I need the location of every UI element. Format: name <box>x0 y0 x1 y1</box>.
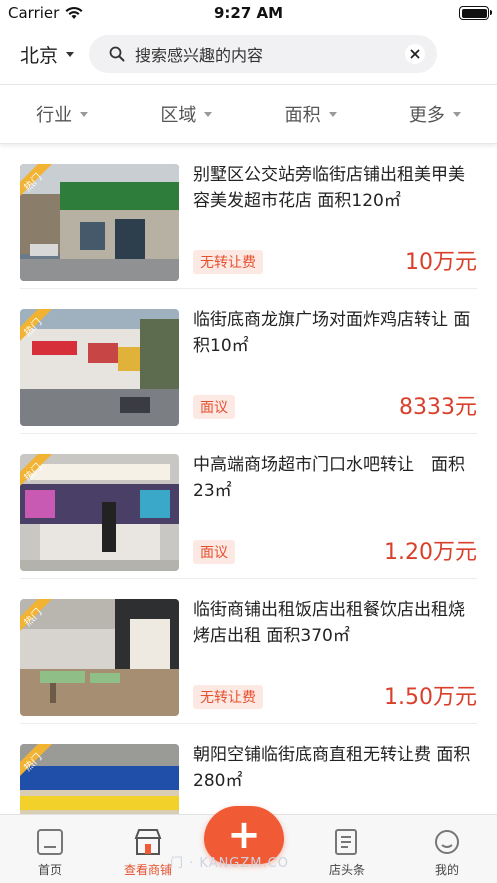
store-icon <box>134 829 162 855</box>
city-selector[interactable]: 北京 <box>20 41 75 68</box>
tab-label: 首页 <box>37 863 62 877</box>
caret-down-icon <box>328 111 337 117</box>
listing-title: 别墅区公交站旁临街店铺出租美甲美容美发超市花店 面积120㎡ <box>193 165 465 211</box>
listing-price: 1.50万元 <box>384 685 477 710</box>
listing-item[interactable]: 热门 临街商铺出租饭店出租餐饮店出租烧烤店出租 面积370㎡ 无转让费 1.50… <box>20 579 477 724</box>
watermark: 门 · KANGZM.CO <box>170 856 289 871</box>
tab-news[interactable]: 店头条 <box>302 815 392 883</box>
filter-label: 行业 <box>36 105 73 126</box>
filter-label: 更多 <box>408 105 445 126</box>
listing-price: 8333元 <box>399 395 477 420</box>
caret-down-icon <box>452 111 461 117</box>
caret-down-icon <box>204 111 213 117</box>
caret-down-icon <box>66 52 75 57</box>
tab-profile[interactable]: 我的 <box>402 815 492 883</box>
filter-area[interactable]: 区域 <box>124 85 248 143</box>
listing-title: 临街底商龙旗广场对面炸鸡店转让 面积10㎡ <box>193 310 471 356</box>
filter-size[interactable]: 面积 <box>249 85 373 143</box>
listing-item[interactable]: 热门 别墅区公交站旁临街店铺出租美甲美容美发超市花店 面积120㎡ 无转让费 1… <box>20 144 477 289</box>
tab-home[interactable]: 首页 <box>5 815 95 883</box>
listing-item[interactable]: 热门 中高端商场超市门口水吧转让 面积23㎡ 面议 1.20万元 <box>20 434 477 579</box>
filter-more[interactable]: 更多 <box>373 85 497 143</box>
search-placeholder: 搜索感兴趣的内容 <box>135 46 264 65</box>
tab-browse[interactable]: 查看商铺 <box>103 815 193 883</box>
listing-price: 10万元 <box>405 250 477 275</box>
filter-label: 区域 <box>160 105 197 126</box>
home-icon <box>37 829 63 855</box>
listing-price: 1.20万元 <box>384 540 477 565</box>
search-input[interactable]: 搜索感兴趣的内容 <box>89 35 437 73</box>
listing-photo: 热门 <box>20 164 179 281</box>
listing-item[interactable]: 热门 临街底商龙旗广场对面炸鸡店转让 面积10㎡ 面议 8333元 <box>20 289 477 434</box>
news-icon <box>335 829 357 855</box>
filter-label: 面积 <box>284 105 321 126</box>
listing-tag: 面议 <box>193 395 235 419</box>
listing-title: 朝阳空铺临街底商直租无转让费 面积280㎡ <box>193 745 471 791</box>
clear-search-button[interactable] <box>405 44 425 64</box>
search-icon <box>109 46 125 62</box>
city-label: 北京 <box>20 45 59 67</box>
status-bar: Carrier 9:27 AM <box>0 0 497 26</box>
listing-photo: 热门 <box>20 599 179 716</box>
close-icon <box>410 49 420 59</box>
listing-photo: 热门 <box>20 309 179 426</box>
listing-photo: 热门 <box>20 454 179 571</box>
filter-bar: 行业 区域 面积 更多 <box>0 84 497 144</box>
search-header: 北京 搜索感兴趣的内容 <box>0 30 497 80</box>
tab-label: 店头条 <box>328 863 365 877</box>
tab-label: 我的 <box>434 863 459 877</box>
status-time: 9:27 AM <box>213 4 284 22</box>
listing-tag: 无转让费 <box>193 685 263 709</box>
listing-tag: 面议 <box>193 540 235 564</box>
listing-title: 中高端商场超市门口水吧转让 面积23㎡ <box>193 455 465 501</box>
plus-icon: + <box>227 812 261 858</box>
filter-industry[interactable]: 行业 <box>0 85 124 143</box>
caret-down-icon <box>80 111 89 117</box>
listing-title: 临街商铺出租饭店出租餐饮店出租烧烤店出租 面积370㎡ <box>193 600 465 646</box>
listing-tag: 无转让费 <box>193 250 263 274</box>
profile-icon <box>435 830 459 854</box>
battery-icon <box>459 6 492 20</box>
